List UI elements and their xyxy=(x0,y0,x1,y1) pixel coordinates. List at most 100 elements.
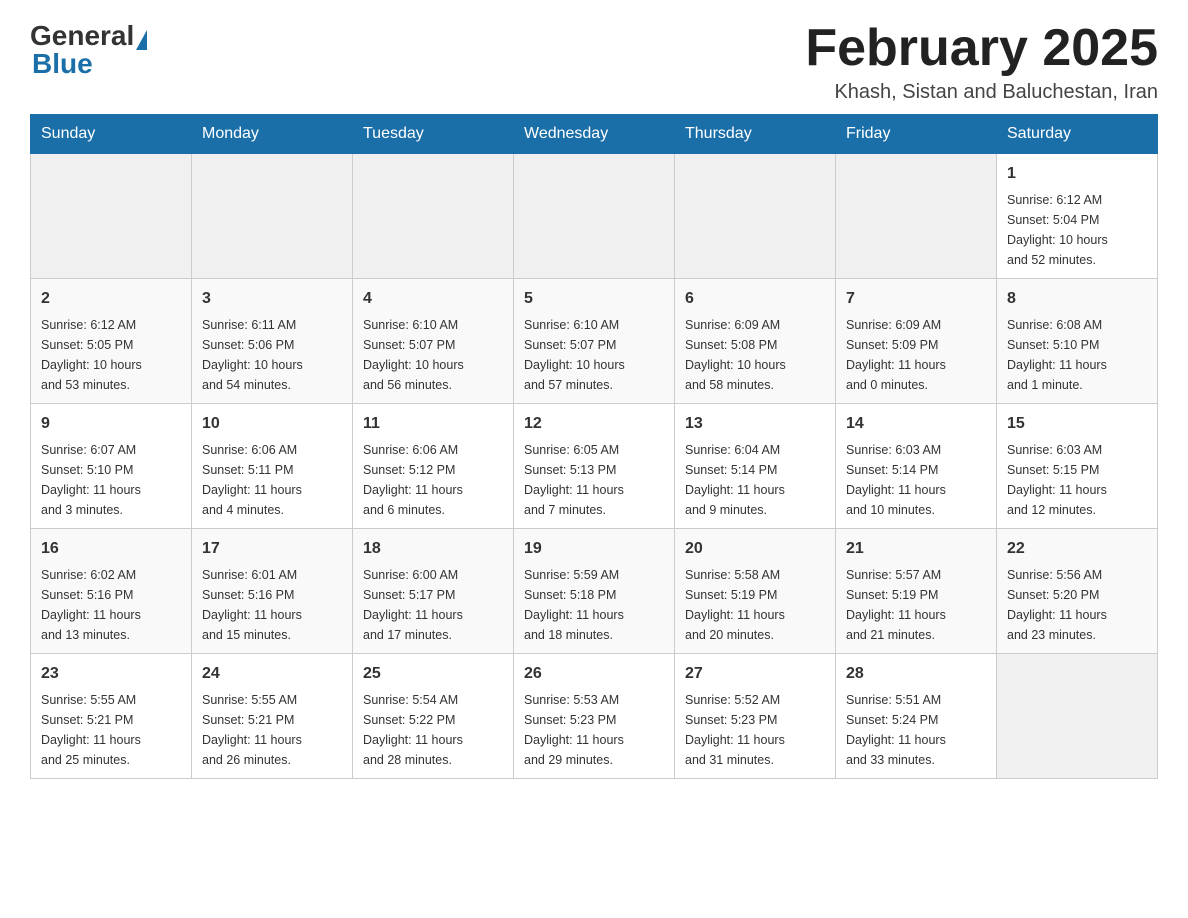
day-number: 28 xyxy=(846,662,986,686)
calendar-cell: 20 Sunrise: 5:58 AM Sunset: 5:19 PM Dayli… xyxy=(675,529,836,654)
day-info: Sunrise: 6:03 AM Sunset: 5:14 PM Dayligh… xyxy=(846,440,986,520)
day-number: 21 xyxy=(846,537,986,561)
logo-blue-text: Blue xyxy=(32,48,93,80)
day-number: 3 xyxy=(202,287,342,311)
calendar-cell: 11Sunrise: 6:06 AM Sunset: 5:12 PM Dayli… xyxy=(353,404,514,529)
day-number: 1 xyxy=(1007,162,1147,186)
calendar-cell: 25 Sunrise: 5:54 AM Sunset: 5:22 PM Dayli… xyxy=(353,654,514,779)
calendar-cell: 4 Sunrise: 6:10 AM Sunset: 5:07 PM Daylig… xyxy=(353,279,514,404)
day-number: 5 xyxy=(524,287,664,311)
day-number: 22 xyxy=(1007,537,1147,561)
day-info: Sunrise: 6:09 AM Sunset: 5:08 PM Dayligh… xyxy=(685,315,825,395)
calendar-cell: 27 Sunrise: 5:52 AM Sunset: 5:23 PM Dayli… xyxy=(675,654,836,779)
calendar-cell xyxy=(997,654,1158,779)
calendar-cell xyxy=(675,154,836,279)
weekday-header-row: SundayMondayTuesdayWednesdayThursdayFrid… xyxy=(31,115,1158,154)
day-number: 9 xyxy=(41,412,181,436)
day-info: Sunrise: 5:57 AM Sunset: 5:19 PM Dayligh… xyxy=(846,565,986,645)
day-info: Sunrise: 6:08 AM Sunset: 5:10 PM Dayligh… xyxy=(1007,315,1147,395)
calendar-cell: 23 Sunrise: 5:55 AM Sunset: 5:21 PM Dayli… xyxy=(31,654,192,779)
day-number: 16 xyxy=(41,537,181,561)
calendar-cell: 1 Sunrise: 6:12 AM Sunset: 5:04 PM Daylig… xyxy=(997,154,1158,279)
day-info: Sunrise: 5:55 AM Sunset: 5:21 PM Dayligh… xyxy=(41,690,181,770)
day-info: Sunrise: 5:51 AM Sunset: 5:24 PM Dayligh… xyxy=(846,690,986,770)
day-number: 23 xyxy=(41,662,181,686)
calendar-cell: 19 Sunrise: 5:59 AM Sunset: 5:18 PM Dayli… xyxy=(514,529,675,654)
day-number: 13 xyxy=(685,412,825,436)
day-info: Sunrise: 6:05 AM Sunset: 5:13 PM Dayligh… xyxy=(524,440,664,520)
day-info: Sunrise: 6:12 AM Sunset: 5:05 PM Dayligh… xyxy=(41,315,181,395)
calendar-cell: 8 Sunrise: 6:08 AM Sunset: 5:10 PM Daylig… xyxy=(997,279,1158,404)
day-number: 12 xyxy=(524,412,664,436)
day-info: Sunrise: 5:54 AM Sunset: 5:22 PM Dayligh… xyxy=(363,690,503,770)
weekday-thursday: Thursday xyxy=(675,115,836,154)
day-number: 8 xyxy=(1007,287,1147,311)
calendar-cell: 15 Sunrise: 6:03 AM Sunset: 5:15 PM Dayli… xyxy=(997,404,1158,529)
page-header: General Blue February 2025 Khash, Sistan… xyxy=(30,20,1158,104)
day-info: Sunrise: 5:53 AM Sunset: 5:23 PM Dayligh… xyxy=(524,690,664,770)
calendar-cell: 10 Sunrise: 6:06 AM Sunset: 5:11 PM Dayli… xyxy=(192,404,353,529)
day-info: Sunrise: 5:52 AM Sunset: 5:23 PM Dayligh… xyxy=(685,690,825,770)
day-info: Sunrise: 6:06 AM Sunset: 5:11 PM Dayligh… xyxy=(202,440,342,520)
calendar-cell: 12 Sunrise: 6:05 AM Sunset: 5:13 PM Dayli… xyxy=(514,404,675,529)
title-section: February 2025 Khash, Sistan and Baluches… xyxy=(805,20,1158,104)
calendar-cell xyxy=(353,154,514,279)
day-info: Sunrise: 6:02 AM Sunset: 5:16 PM Dayligh… xyxy=(41,565,181,645)
weekday-friday: Friday xyxy=(836,115,997,154)
calendar-cell: 7 Sunrise: 6:09 AM Sunset: 5:09 PM Daylig… xyxy=(836,279,997,404)
calendar-cell: 24 Sunrise: 5:55 AM Sunset: 5:21 PM Dayli… xyxy=(192,654,353,779)
day-number: 25 xyxy=(363,662,503,686)
weekday-wednesday: Wednesday xyxy=(514,115,675,154)
week-row-4: 16 Sunrise: 6:02 AM Sunset: 5:16 PM Dayli… xyxy=(31,529,1158,654)
day-number: 19 xyxy=(524,537,664,561)
day-info: Sunrise: 6:07 AM Sunset: 5:10 PM Dayligh… xyxy=(41,440,181,520)
calendar-table: SundayMondayTuesdayWednesdayThursdayFrid… xyxy=(30,114,1158,779)
day-info: Sunrise: 6:09 AM Sunset: 5:09 PM Dayligh… xyxy=(846,315,986,395)
day-info: Sunrise: 5:58 AM Sunset: 5:19 PM Dayligh… xyxy=(685,565,825,645)
calendar-cell xyxy=(836,154,997,279)
day-number: 11 xyxy=(363,412,503,436)
calendar-cell: 18 Sunrise: 6:00 AM Sunset: 5:17 PM Dayli… xyxy=(353,529,514,654)
day-info: Sunrise: 6:10 AM Sunset: 5:07 PM Dayligh… xyxy=(524,315,664,395)
day-number: 10 xyxy=(202,412,342,436)
day-info: Sunrise: 5:59 AM Sunset: 5:18 PM Dayligh… xyxy=(524,565,664,645)
week-row-2: 2 Sunrise: 6:12 AM Sunset: 5:05 PM Daylig… xyxy=(31,279,1158,404)
calendar-cell: 26Sunrise: 5:53 AM Sunset: 5:23 PM Dayli… xyxy=(514,654,675,779)
day-number: 24 xyxy=(202,662,342,686)
week-row-1: 1 Sunrise: 6:12 AM Sunset: 5:04 PM Daylig… xyxy=(31,154,1158,279)
calendar-cell: 2 Sunrise: 6:12 AM Sunset: 5:05 PM Daylig… xyxy=(31,279,192,404)
day-number: 18 xyxy=(363,537,503,561)
day-info: Sunrise: 6:10 AM Sunset: 5:07 PM Dayligh… xyxy=(363,315,503,395)
day-info: Sunrise: 6:12 AM Sunset: 5:04 PM Dayligh… xyxy=(1007,190,1147,270)
day-number: 14 xyxy=(846,412,986,436)
weekday-tuesday: Tuesday xyxy=(353,115,514,154)
day-number: 4 xyxy=(363,287,503,311)
day-info: Sunrise: 6:03 AM Sunset: 5:15 PM Dayligh… xyxy=(1007,440,1147,520)
month-title: February 2025 xyxy=(805,20,1158,77)
day-number: 17 xyxy=(202,537,342,561)
calendar-cell: 28 Sunrise: 5:51 AM Sunset: 5:24 PM Dayli… xyxy=(836,654,997,779)
day-number: 27 xyxy=(685,662,825,686)
calendar-cell: 6 Sunrise: 6:09 AM Sunset: 5:08 PM Daylig… xyxy=(675,279,836,404)
week-row-3: 9 Sunrise: 6:07 AM Sunset: 5:10 PM Daylig… xyxy=(31,404,1158,529)
weekday-saturday: Saturday xyxy=(997,115,1158,154)
day-number: 2 xyxy=(41,287,181,311)
logo-triangle-icon xyxy=(136,30,147,50)
calendar-cell: 14 Sunrise: 6:03 AM Sunset: 5:14 PM Dayli… xyxy=(836,404,997,529)
calendar-cell xyxy=(192,154,353,279)
calendar-cell: 17Sunrise: 6:01 AM Sunset: 5:16 PM Dayli… xyxy=(192,529,353,654)
calendar-cell xyxy=(31,154,192,279)
calendar-cell: 22 Sunrise: 5:56 AM Sunset: 5:20 PM Dayli… xyxy=(997,529,1158,654)
day-info: Sunrise: 5:56 AM Sunset: 5:20 PM Dayligh… xyxy=(1007,565,1147,645)
day-number: 20 xyxy=(685,537,825,561)
day-info: Sunrise: 6:04 AM Sunset: 5:14 PM Dayligh… xyxy=(685,440,825,520)
day-info: Sunrise: 6:00 AM Sunset: 5:17 PM Dayligh… xyxy=(363,565,503,645)
calendar-cell: 16 Sunrise: 6:02 AM Sunset: 5:16 PM Dayli… xyxy=(31,529,192,654)
day-info: Sunrise: 6:11 AM Sunset: 5:06 PM Dayligh… xyxy=(202,315,342,395)
day-number: 15 xyxy=(1007,412,1147,436)
location: Khash, Sistan and Baluchestan, Iran xyxy=(805,81,1158,104)
calendar-cell: 3 Sunrise: 6:11 AM Sunset: 5:06 PM Daylig… xyxy=(192,279,353,404)
day-number: 7 xyxy=(846,287,986,311)
day-info: Sunrise: 5:55 AM Sunset: 5:21 PM Dayligh… xyxy=(202,690,342,770)
day-number: 6 xyxy=(685,287,825,311)
